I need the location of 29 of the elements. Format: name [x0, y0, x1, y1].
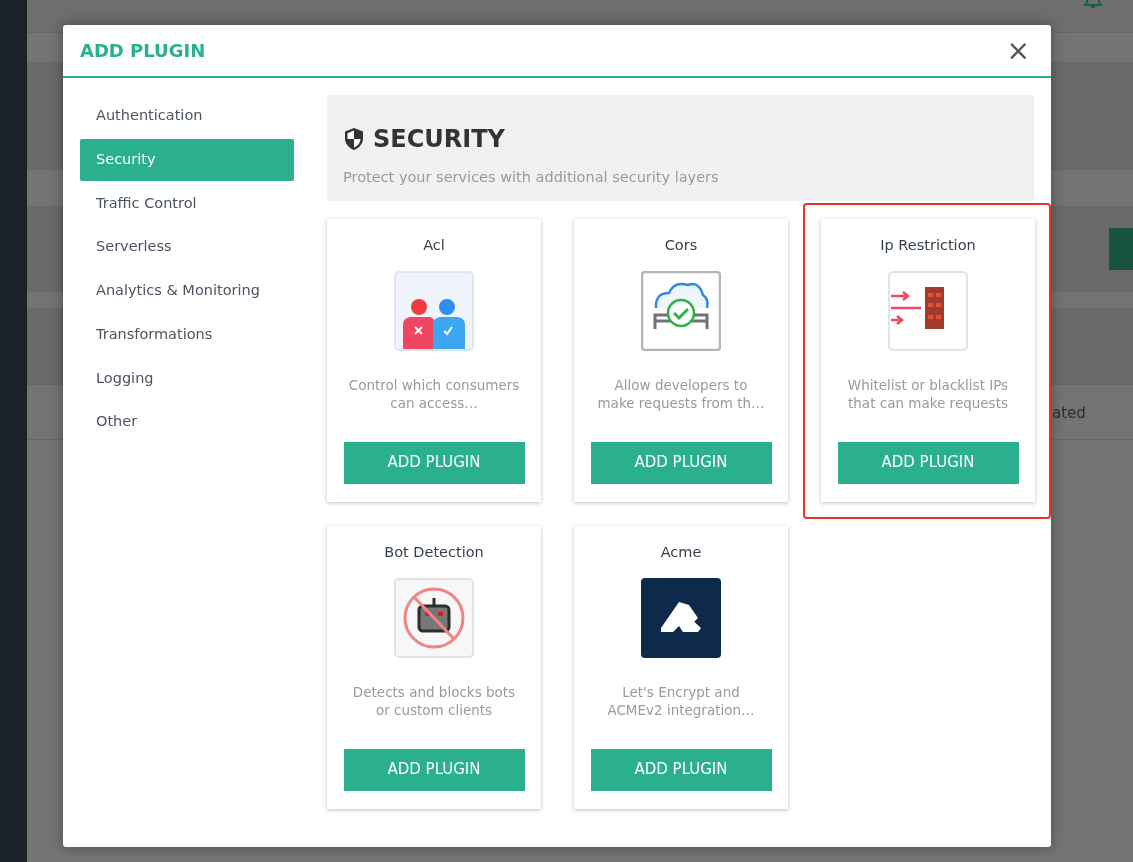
category-item[interactable]: Logging: [80, 357, 294, 400]
plugin-name: Acl: [422, 235, 446, 255]
firewall-icon: [888, 270, 968, 351]
plugin-name: Cors: [663, 235, 699, 255]
bell-icon[interactable]: [1083, 0, 1103, 10]
plugin-name: Bot Detection: [383, 542, 485, 562]
shield-icon: [343, 127, 365, 151]
category-item[interactable]: Other: [80, 401, 294, 443]
close-button[interactable]: ×: [1002, 36, 1034, 65]
plugin-description: Detects and blocks bots or custom clients: [351, 682, 517, 720]
plugin-description: Allow developers to make requests from th…: [596, 375, 766, 413]
category-item[interactable]: Traffic Control: [80, 182, 294, 225]
plugin-name: Ip Restriction: [879, 235, 977, 255]
category-item[interactable]: Analytics & Monitoring: [80, 270, 294, 312]
plugin-description: Whitelist or blacklist IPs that can make requests: [846, 375, 1010, 413]
plugin-name: Acme: [659, 542, 703, 562]
category-item[interactable]: Transformations: [80, 313, 294, 356]
people-icon: [394, 270, 474, 351]
plugin-description: Let's Encrypt and ACMEv2 integration…: [606, 682, 756, 720]
dialog-title: ADD PLUGIN: [80, 39, 206, 63]
plugin-description: Control which consumers can access…: [347, 375, 521, 413]
section-title: SECURITY: [373, 124, 505, 155]
cloud-check-icon: [641, 270, 721, 351]
robot-blocked-icon: [394, 577, 474, 658]
column-header: ated: [1052, 403, 1086, 424]
category-item[interactable]: Authentication: [80, 95, 294, 137]
section-description: Protect your services with additional security layers: [343, 168, 720, 187]
category-item[interactable]: Serverless: [80, 226, 294, 268]
button[interactable]: [1109, 228, 1133, 270]
